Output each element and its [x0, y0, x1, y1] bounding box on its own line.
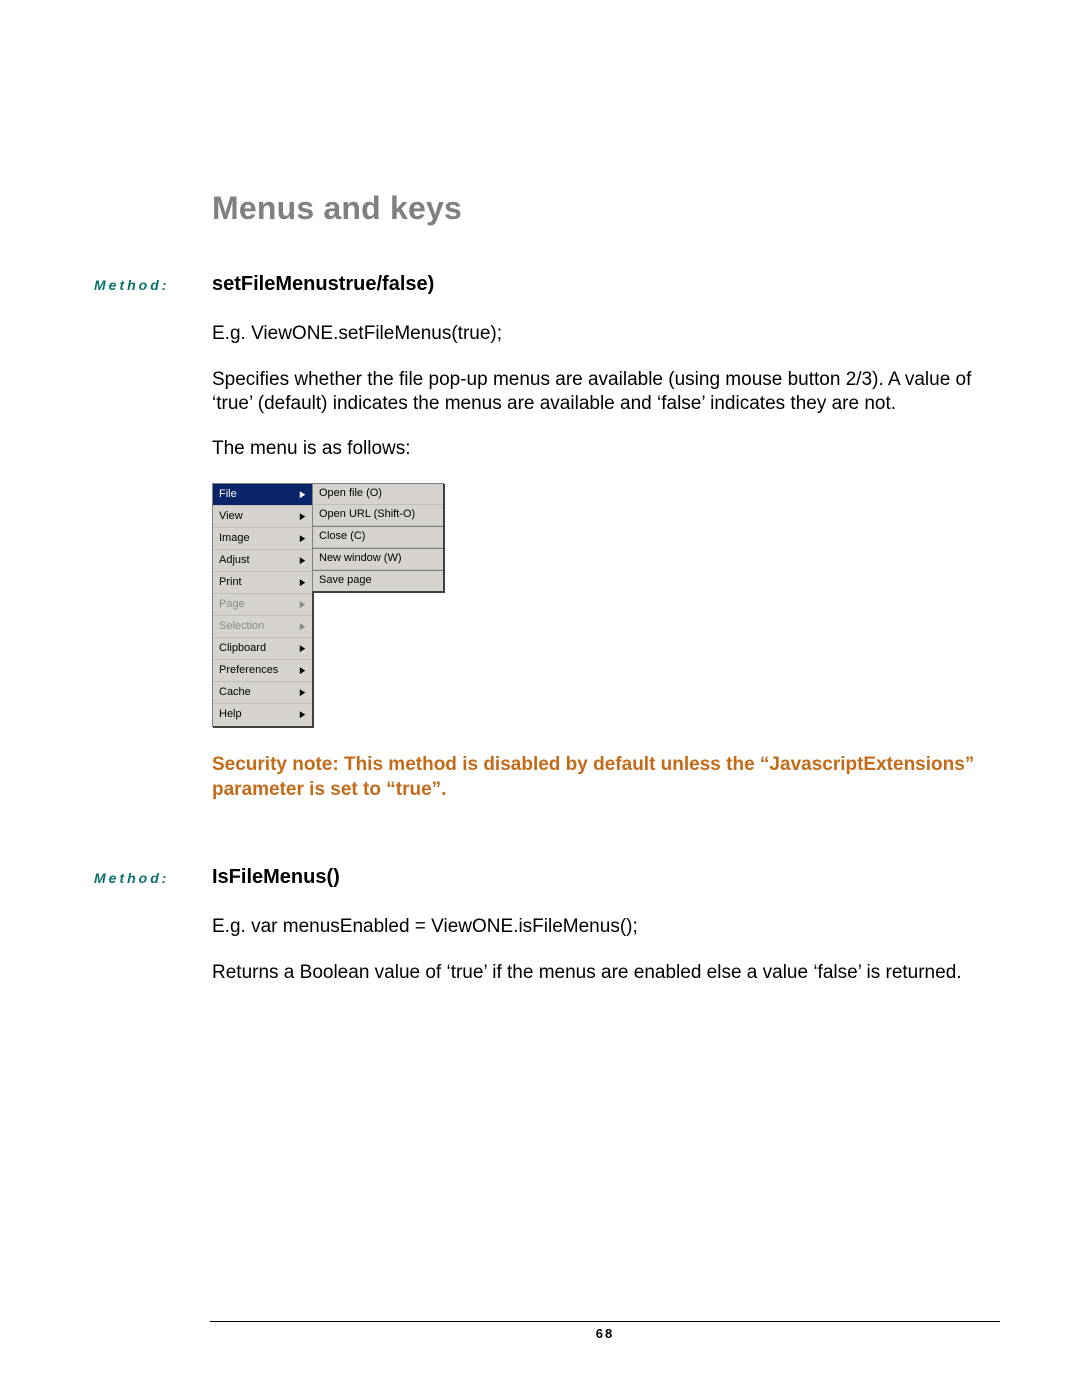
method-description: Returns a Boolean value of ‘true’ if the…	[212, 961, 990, 985]
method-name-isfilemenus: IsFileMenus()	[212, 866, 340, 889]
menu-intro: The menu is as follows:	[212, 437, 990, 461]
menu-item-clipboard: Clipboard ▶	[213, 638, 312, 660]
submenu-item-open-file: Open file (O)	[313, 484, 443, 505]
context-menu-sub: Open file (O) Open URL (Shift-O) Close (…	[312, 483, 444, 592]
method-description: Specifies whether the file pop-up menus …	[212, 368, 990, 416]
menu-item-label: File	[219, 488, 237, 502]
submenu-arrow-icon: ▶	[300, 599, 306, 610]
menu-screenshot: File ▶ View ▶ Image ▶ Adjust ▶ Print ▶	[212, 483, 444, 737]
document-page: Menus and keys Method: setFileMenustrue/…	[0, 0, 1080, 1397]
menu-item-label: Cache	[219, 686, 251, 700]
submenu-arrow-icon: ▶	[300, 643, 306, 654]
example-code: E.g. ViewONE.setFileMenus(true);	[212, 322, 990, 346]
menu-item-preferences: Preferences ▶	[213, 660, 312, 682]
submenu-arrow-icon: ▶	[300, 621, 306, 632]
submenu-arrow-icon: ▶	[300, 687, 306, 698]
menu-item-selection: Selection ▶	[213, 616, 312, 638]
method-label: Method:	[94, 277, 212, 293]
security-note: Security note: This method is disabled b…	[212, 753, 990, 802]
menu-item-help: Help ▶	[213, 704, 312, 726]
menu-item-label: Adjust	[219, 554, 250, 568]
method-heading-row: Method: IsFileMenus()	[94, 866, 990, 889]
example-code: E.g. var menusEnabled = ViewONE.isFileMe…	[212, 915, 990, 939]
method-label: Method:	[94, 870, 212, 886]
method1-body: E.g. ViewONE.setFileMenus(true); Specifi…	[212, 322, 990, 802]
page-number: 68	[596, 1326, 614, 1341]
submenu-arrow-icon: ▶	[300, 555, 306, 566]
submenu-arrow-icon: ▶	[300, 489, 306, 500]
menu-item-page: Page ▶	[213, 594, 312, 616]
page-footer: 68	[210, 1321, 1000, 1341]
menu-item-adjust: Adjust ▶	[213, 550, 312, 572]
submenu-arrow-icon: ▶	[300, 533, 306, 544]
menu-item-image: Image ▶	[213, 528, 312, 550]
submenu-arrow-icon: ▶	[300, 511, 306, 522]
menu-item-cache: Cache ▶	[213, 682, 312, 704]
method2-body: E.g. var menusEnabled = ViewONE.isFileMe…	[212, 915, 990, 985]
menu-item-label: Clipboard	[219, 642, 266, 656]
submenu-item-close: Close (C)	[313, 526, 443, 548]
submenu-item-new-window: New window (W)	[313, 548, 443, 570]
section-title: Menus and keys	[212, 190, 990, 227]
submenu-arrow-icon: ▶	[300, 577, 306, 588]
menu-item-print: Print ▶	[213, 572, 312, 594]
method-name-setfilemenus: setFileMenustrue/false)	[212, 273, 434, 296]
submenu-item-save-page: Save page	[313, 570, 443, 591]
menu-item-label: Print	[219, 576, 242, 590]
menu-item-label: Page	[219, 598, 245, 612]
menu-item-label: Selection	[219, 620, 264, 634]
menu-item-label: View	[219, 510, 243, 524]
menu-item-label: Preferences	[219, 664, 278, 678]
submenu-arrow-icon: ▶	[300, 709, 306, 720]
method-heading-row: Method: setFileMenustrue/false)	[94, 273, 990, 296]
menu-item-label: Image	[219, 532, 250, 546]
context-menu-main: File ▶ View ▶ Image ▶ Adjust ▶ Print ▶	[212, 483, 313, 727]
menu-item-file: File ▶	[213, 484, 312, 506]
menu-item-view: View ▶	[213, 506, 312, 528]
submenu-item-open-url: Open URL (Shift-O)	[313, 505, 443, 526]
submenu-arrow-icon: ▶	[300, 665, 306, 676]
menu-item-label: Help	[219, 708, 242, 722]
